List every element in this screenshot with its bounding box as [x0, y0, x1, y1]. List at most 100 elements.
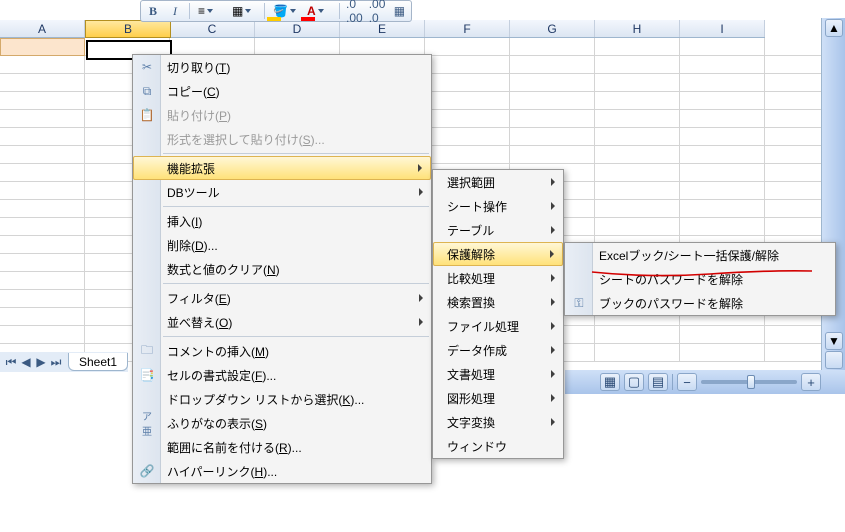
col-header-B-active[interactable]: B	[85, 20, 171, 38]
extensions-submenu: 選択範囲 シート操作 テーブル 保護解除 比較処理 検索置換 ファイル処理 デー…	[432, 169, 564, 459]
menu-clear[interactable]: 数式と値のクリア(N)	[133, 257, 431, 281]
dropdown-arrow-icon	[318, 9, 324, 13]
submenu-arrow-icon	[551, 322, 555, 330]
menu-sort[interactable]: 並べ替え(O)	[133, 310, 431, 334]
increase-decimal-button[interactable]: .0.00	[346, 2, 363, 20]
submenu-batch-protect[interactable]: Excelブック/シート一括保護/解除	[565, 243, 835, 267]
menu-define-name[interactable]: 範囲に名前を付ける(R)...	[133, 435, 431, 459]
format-cells-icon-button[interactable]: ▦	[391, 2, 407, 20]
menu-insert[interactable]: 挿入(I)	[133, 209, 431, 233]
menu-insert-comment[interactable]: 🗀 コメントの挿入(M)	[133, 339, 431, 363]
submenu-arrow-icon	[419, 188, 423, 196]
submenu-arrow-icon	[551, 298, 555, 306]
menu-label: セルの書式設定(F)...	[167, 367, 276, 384]
font-color-icon: A	[307, 4, 316, 18]
menu-delete[interactable]: 削除(D)...	[133, 233, 431, 257]
vertical-scrollbar[interactable]: ▲ ▼	[821, 18, 845, 370]
border-icon: ▦	[232, 4, 243, 18]
sheet-tab-bar: ⏮ ◀ ▶ ⏭ Sheet1	[0, 352, 128, 372]
prev-sheet-button[interactable]: ◀	[19, 355, 33, 369]
align-button[interactable]: ≡	[196, 4, 224, 18]
first-sheet-button[interactable]: ⏮	[4, 355, 18, 369]
phonetic-icon: ア亜	[139, 415, 155, 431]
submenu-char-conv[interactable]: 文字変換	[433, 410, 563, 434]
menu-label: 保護解除	[447, 246, 495, 263]
submenu-arrow-icon	[551, 394, 555, 402]
col-header-G[interactable]: G	[510, 20, 595, 37]
menu-phonetic[interactable]: ア亜 ふりがなの表示(S)	[133, 411, 431, 435]
col-header-H[interactable]: H	[595, 20, 680, 37]
menu-separator	[163, 206, 429, 207]
zoom-slider[interactable]	[701, 380, 797, 384]
submenu-shape-proc[interactable]: 図形処理	[433, 386, 563, 410]
zoom-out-button[interactable]: −	[677, 373, 697, 391]
submenu-file-ops[interactable]: ファイル処理	[433, 314, 563, 338]
border-button[interactable]: ▦	[230, 4, 258, 18]
col-header-C[interactable]: C	[170, 20, 255, 37]
toolbar-separator	[264, 3, 265, 19]
menu-label: 選択範囲	[447, 174, 495, 191]
menu-label: フィルタ(E)	[167, 290, 231, 307]
view-pagebreak-button[interactable]: ▤	[648, 373, 668, 391]
col-header-F[interactable]: F	[425, 20, 510, 37]
col-header-I[interactable]: I	[680, 20, 765, 37]
submenu-text-proc[interactable]: 文書処理	[433, 362, 563, 386]
menu-cut[interactable]: ✂ 切り取り(T)	[133, 55, 431, 79]
submenu-arrow-icon	[419, 294, 423, 302]
submenu-book-password[interactable]: ⚿ ブックのパスワードを解除	[565, 291, 835, 315]
scroll-down-button[interactable]: ▼	[825, 332, 843, 350]
zoom-slider-knob[interactable]	[747, 375, 755, 389]
last-sheet-button[interactable]: ⏭	[49, 355, 63, 369]
key-icon: ⚿	[571, 295, 587, 311]
submenu-arrow-icon	[419, 318, 423, 326]
view-normal-button[interactable]: ▦	[600, 373, 620, 391]
bold-button[interactable]: B	[145, 2, 161, 20]
menu-label: 形式を選択して貼り付け(S)...	[167, 131, 325, 148]
menu-label: 検索置換	[447, 294, 495, 311]
view-layout-button[interactable]: ▢	[624, 373, 644, 391]
col-header-A[interactable]: A	[0, 20, 85, 37]
submenu-arrow-icon	[418, 164, 422, 172]
submenu-data-create[interactable]: データ作成	[433, 338, 563, 362]
menu-filter[interactable]: フィルタ(E)	[133, 286, 431, 310]
font-color-swatch	[301, 17, 315, 21]
menu-dropdown-list[interactable]: ドロップダウン リストから選択(K)...	[133, 387, 431, 411]
hyperlink-icon: 🔗	[139, 463, 155, 479]
menu-label: 文字変換	[447, 414, 495, 431]
font-color-button[interactable]: A	[305, 4, 333, 18]
menu-label: ハイパーリンク(H)...	[167, 463, 277, 480]
menu-copy[interactable]: ⧉ コピー(C)	[133, 79, 431, 103]
paste-icon: 📋	[139, 107, 155, 123]
menu-label: ウィンドウ	[447, 438, 507, 455]
menu-format-cells[interactable]: 📑 セルの書式設定(F)...	[133, 363, 431, 387]
context-menu: ✂ 切り取り(T) ⧉ コピー(C) 📋 貼り付け(P) 形式を選択して貼り付け…	[132, 54, 432, 484]
submenu-selection[interactable]: 選択範囲	[433, 170, 563, 194]
menu-db-tools[interactable]: DBツール	[133, 180, 431, 204]
submenu-arrow-icon	[551, 274, 555, 282]
italic-button[interactable]: I	[167, 2, 183, 20]
menu-paste: 📋 貼り付け(P)	[133, 103, 431, 127]
submenu-arrow-icon	[551, 178, 555, 186]
submenu-window[interactable]: ウィンドウ	[433, 434, 563, 458]
copy-icon: ⧉	[139, 83, 155, 99]
decrease-decimal-button[interactable]: .00.0	[369, 2, 386, 20]
annotation-red-underline	[590, 268, 814, 280]
sheet-tab[interactable]: Sheet1	[68, 353, 128, 371]
zoom-in-button[interactable]: +	[801, 373, 821, 391]
menu-extensions[interactable]: 機能拡張	[133, 156, 431, 180]
format-icon: 📑	[139, 367, 155, 383]
menu-label: テーブル	[447, 222, 494, 239]
col-header-D[interactable]: D	[255, 20, 340, 37]
next-sheet-button[interactable]: ▶	[34, 355, 48, 369]
menu-separator	[163, 336, 429, 337]
submenu-sheet-ops[interactable]: シート操作	[433, 194, 563, 218]
submenu-table[interactable]: テーブル	[433, 218, 563, 242]
menu-hyperlink[interactable]: 🔗 ハイパーリンク(H)...	[133, 459, 431, 483]
submenu-search-replace[interactable]: 検索置換	[433, 290, 563, 314]
submenu-unprotect[interactable]: 保護解除	[433, 242, 563, 266]
menu-label: 機能拡張	[167, 160, 215, 177]
toolbar-separator	[189, 3, 190, 19]
fill-color-button[interactable]: 🪣	[271, 4, 299, 18]
scroll-up-button[interactable]: ▲	[825, 19, 843, 37]
submenu-compare[interactable]: 比較処理	[433, 266, 563, 290]
